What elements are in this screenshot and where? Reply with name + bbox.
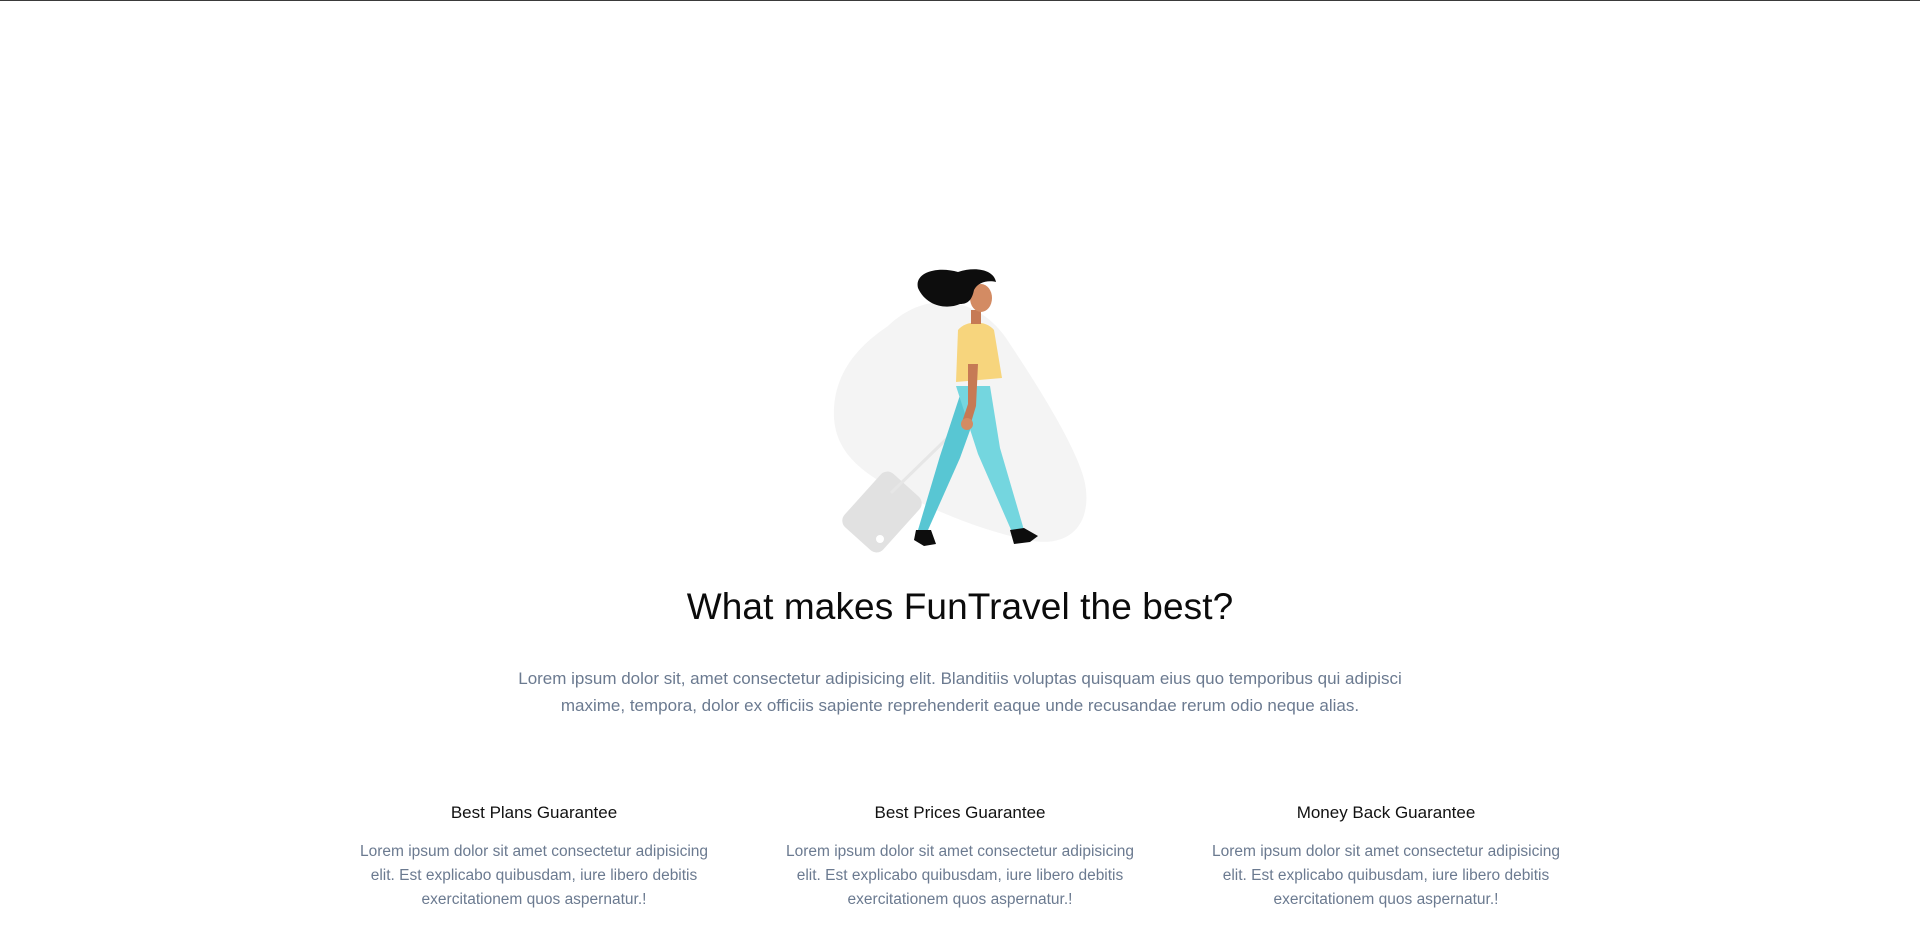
feature-best-plans: Best Plans Guarantee Lorem ipsum dolor s… xyxy=(346,799,722,912)
feature-money-back: Money Back Guarantee Lorem ipsum dolor s… xyxy=(1198,799,1574,912)
feature-description: Lorem ipsum dolor sit amet consectetur a… xyxy=(359,843,709,908)
features-row: Best Plans Guarantee Lorem ipsum dolor s… xyxy=(346,799,1574,912)
why-funtravel-section: What makes FunTravel the best? Lorem ips… xyxy=(0,0,1920,947)
feature-title: Best Prices Guarantee xyxy=(874,803,1046,822)
feature-title: Best Plans Guarantee xyxy=(450,803,618,822)
section-intro-text: Lorem ipsum dolor sit, amet consectetur … xyxy=(518,669,1402,715)
feature-description: Lorem ipsum dolor sit amet consectetur a… xyxy=(1211,843,1561,908)
feature-description: Lorem ipsum dolor sit amet consectetur a… xyxy=(785,843,1135,908)
section-heading: What makes FunTravel the best? xyxy=(686,586,1234,627)
feature-title: Money Back Guarantee xyxy=(1296,803,1476,822)
feature-best-prices: Best Prices Guarantee Lorem ipsum dolor … xyxy=(772,799,1148,912)
traveler-with-suitcase-illustration xyxy=(828,268,1092,554)
